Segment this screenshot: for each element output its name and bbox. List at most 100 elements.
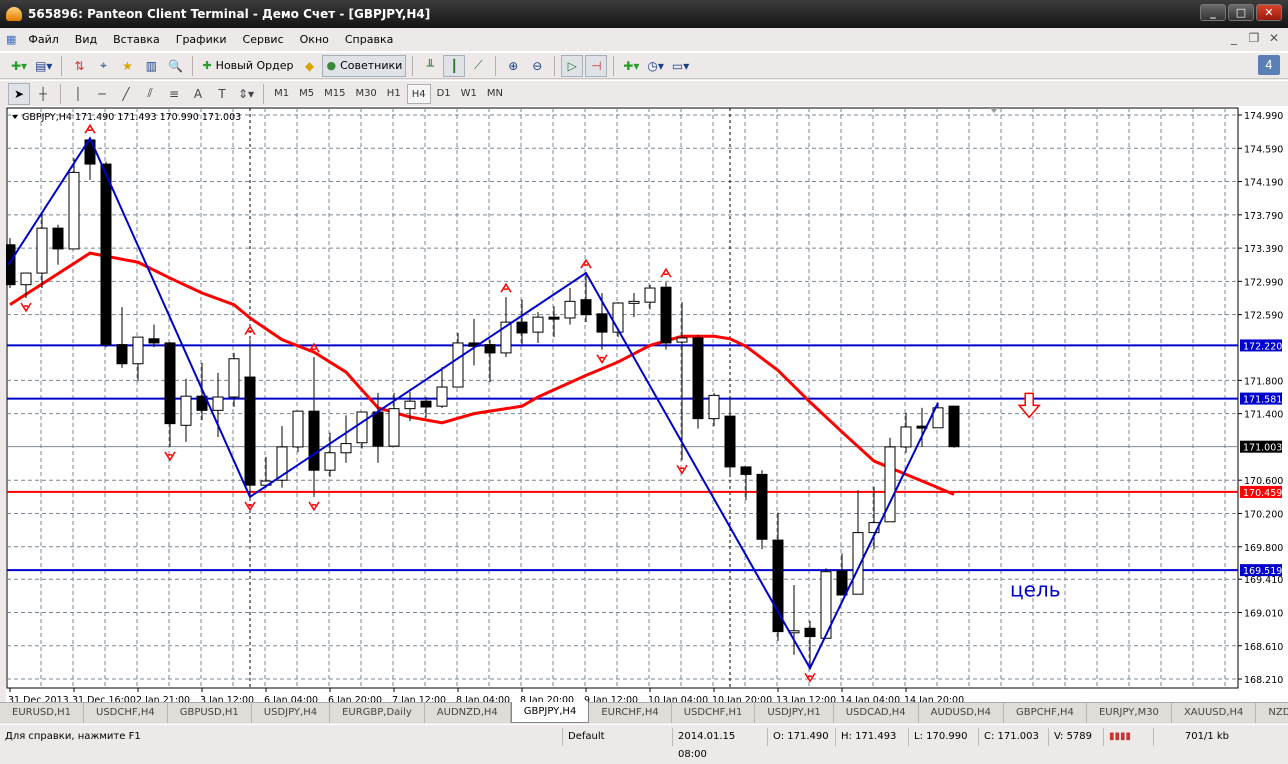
minimize-button[interactable]: _ [1200,4,1226,21]
chart-header: GBPJPY,H4 171.490 171.493 170.990 171.00… [22,112,241,123]
price-chart[interactable]: цель GBPJPY,H4 171.490 171.493 170.990 17… [6,106,1288,702]
alert-icon[interactable]: ◆ [298,55,320,77]
chart-window[interactable]: цель GBPJPY,H4 171.490 171.493 170.990 17… [0,106,1288,702]
auto-scroll-icon[interactable]: ▷ [561,54,584,77]
candle-body [596,313,608,333]
time-axis-label: 8 Jan 04:00 [456,695,510,702]
chart-tab[interactable]: USDCHF,H4 [84,703,168,723]
menu-tools[interactable]: Сервис [235,33,292,46]
new-order-button[interactable]: ✚ Новый Ордер [199,55,296,77]
separator [263,83,265,104]
candle-body [660,286,672,344]
chart-tabs: EURUSD,H1 USDCHF,H4 GBPUSD,H1 USDJPY,H4 EURG… [0,702,1288,723]
child-close-button[interactable]: ✕ [1266,31,1282,45]
candle-body [404,400,416,410]
terminal-icon[interactable]: ▥ [140,55,162,77]
arrows-icon[interactable]: ⇕▾ [235,83,257,105]
cursor-icon[interactable]: ➤ [8,82,30,105]
timeframe-h1[interactable]: H1 [383,84,405,104]
time-axis-label: 2 Jan 21:00 [136,695,190,702]
child-restore-button[interactable]: ❐ [1246,31,1262,45]
chart-doc-icon: ▦ [6,33,17,46]
profiles-icon[interactable]: ▤▾ [32,55,55,77]
new-chart-icon[interactable]: ✚▾ [8,55,30,77]
chart-tab[interactable]: EURGBP,Daily [330,703,425,723]
experts-button[interactable]: ● Советники [322,54,407,77]
status-volume: V: 5789 [1049,727,1104,746]
text-icon[interactable]: A [187,83,209,105]
time-axis-label: 31 Dec 2013 [8,695,69,702]
periods-clock-icon[interactable]: ◷▾ [644,55,667,77]
chart-tab[interactable]: GBPJPY,H4 [510,702,590,723]
candle-body [244,376,256,486]
chart-tab[interactable]: GBPCHF,H4 [1004,703,1087,723]
market-watch-icon[interactable]: ⇅ [68,55,90,77]
menu-window[interactable]: Окно [292,33,337,46]
line-studies-toolbar: ➤ ┼ │ ─ ╱ ⫽ ≡ A T ⇕▾ M1 M5 M15 M30 H1 H4… [0,80,1288,107]
timeframe-m30[interactable]: M30 [351,84,380,104]
navigator-icon[interactable]: ★ [116,55,138,77]
candle-body [52,227,64,250]
candle-body [692,337,704,420]
notifications-button[interactable]: 4 [1258,55,1280,75]
templates-icon[interactable]: ▭▾ [669,55,692,77]
chart-tab[interactable]: AUDUSD,H4 [919,703,1004,723]
candlestick-chart-icon[interactable]: ┃ [443,54,466,77]
status-profile: Default [563,727,673,746]
chart-tab[interactable]: USDCAD,H4 [834,703,919,723]
chart-shift-icon[interactable]: ⊣ [585,54,608,77]
menu-insert[interactable]: Вставка [105,33,168,46]
timeframe-h4[interactable]: H4 [406,83,431,104]
menu-file[interactable]: Файл [20,33,66,46]
indicators-icon[interactable]: ✚▾ [620,55,642,77]
maximize-button[interactable]: □ [1228,4,1254,21]
price-axis-label: 172.590 [1244,311,1283,322]
price-level-label: 171.003 [1243,443,1282,454]
menu-bar: ▦ Файл Вид Вставка Графики Сервис Окно С… [0,28,1288,52]
candle [948,405,960,448]
candle-body [900,426,912,448]
chart-tab[interactable]: EURUSD,H1 [0,703,85,723]
timeframe-d1[interactable]: D1 [433,84,455,104]
bar-chart-icon[interactable]: ╨ [419,55,441,77]
zoom-out-icon[interactable]: ⊖ [526,55,548,77]
menu-help[interactable]: Справка [337,33,401,46]
zoom-in-icon[interactable]: ⊕ [502,55,524,77]
price-axis-label: 169.010 [1244,608,1283,619]
equidistant-channel-icon[interactable]: ⫽ [139,83,161,105]
timeframe-m15[interactable]: M15 [320,84,349,104]
price-axis-label: 173.790 [1244,211,1283,222]
timeframe-m5[interactable]: M5 [295,84,318,104]
timeframe-mn[interactable]: MN [483,84,507,104]
chart-tab[interactable]: USDJPY,H1 [755,703,834,723]
chart-tab[interactable]: USDCHF,H1 [672,703,756,723]
horizontal-line-icon[interactable]: ─ [91,83,113,105]
trendline-icon[interactable]: ╱ [115,83,137,105]
chart-tab[interactable]: EURCHF,H4 [589,703,672,723]
menu-charts[interactable]: Графики [168,33,235,46]
candle-body [180,395,192,426]
chart-tab[interactable]: AUDNZD,H4 [425,703,511,723]
candle-body [484,344,496,354]
chart-tab[interactable]: XAUUSD,H4 [1172,703,1257,723]
child-minimize-button[interactable]: _ [1226,31,1242,45]
timeframe-m1[interactable]: M1 [270,84,293,104]
crosshair-icon[interactable]: ┼ [32,83,54,105]
text-label-icon[interactable]: T [211,83,233,105]
chart-tab[interactable]: EURJPY,M30 [1087,703,1172,723]
menu-view[interactable]: Вид [67,33,105,46]
price-axis-label: 173.390 [1244,244,1283,255]
chart-tab[interactable]: NZDUS [1256,703,1288,723]
chart-tab[interactable]: USDJPY,H4 [252,703,331,723]
chart-tab[interactable]: GBPUSD,H1 [168,703,252,723]
data-window-icon[interactable]: ⌖ [92,55,114,77]
strategy-tester-icon[interactable]: 🔍 [164,55,186,77]
timeframe-w1[interactable]: W1 [457,84,481,104]
status-close: C: 171.003 [979,727,1049,746]
fibonacci-icon[interactable]: ≡ [163,83,185,105]
candle [692,334,704,429]
vertical-line-icon[interactable]: │ [67,83,89,105]
close-button[interactable]: ✕ [1256,4,1282,21]
line-chart-icon[interactable]: ⟋ [467,55,489,77]
separator [60,83,61,104]
